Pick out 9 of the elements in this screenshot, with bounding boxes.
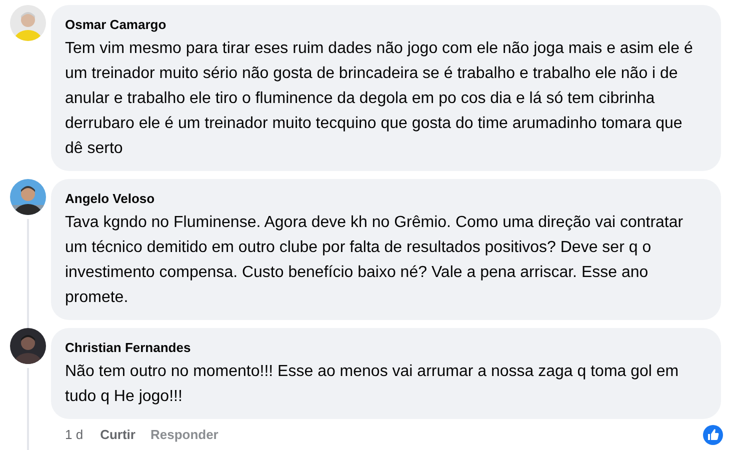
author-name[interactable]: Angelo Veloso bbox=[65, 190, 697, 208]
comment-text: Não tem outro no momento!!! Esse ao menos vai arrumar a nossa zaga q toma gol em tudo q He jogo!!! bbox=[65, 362, 680, 407]
timestamp[interactable]: 1 d bbox=[65, 425, 84, 445]
comment-text: Tem vim mesmo para tirar eses ruim dades não jogo com ele não joga mais e asim ele é um treinador muito sério não gosta de brincadeira se é trabalho e trabalho ele não i de anular e trabalho ele tiro o fluminence da degola em po cos dia e lá só tem cibrinha derrubaro ele é um treinador muito tecquino que gosta do time arumadinho tomara que dê serto bbox=[65, 39, 694, 159]
author-name[interactable]: Christian Fernandes bbox=[65, 339, 697, 357]
author-name[interactable]: Osmar Camargo bbox=[65, 16, 697, 34]
like-link[interactable]: Curtir bbox=[100, 425, 136, 445]
comment-text: Tava kgndo no Fluminense. Agora deve kh no Grêmio. Como uma direção vai contratar um técnico demitido em outro clube por falta de resultados positivos? Deve ser q o investimento compensa. Custo benefício baixo né? Vale a pena arriscar. Esse ano promete. bbox=[65, 213, 684, 308]
like-reaction-icon bbox=[703, 425, 723, 445]
